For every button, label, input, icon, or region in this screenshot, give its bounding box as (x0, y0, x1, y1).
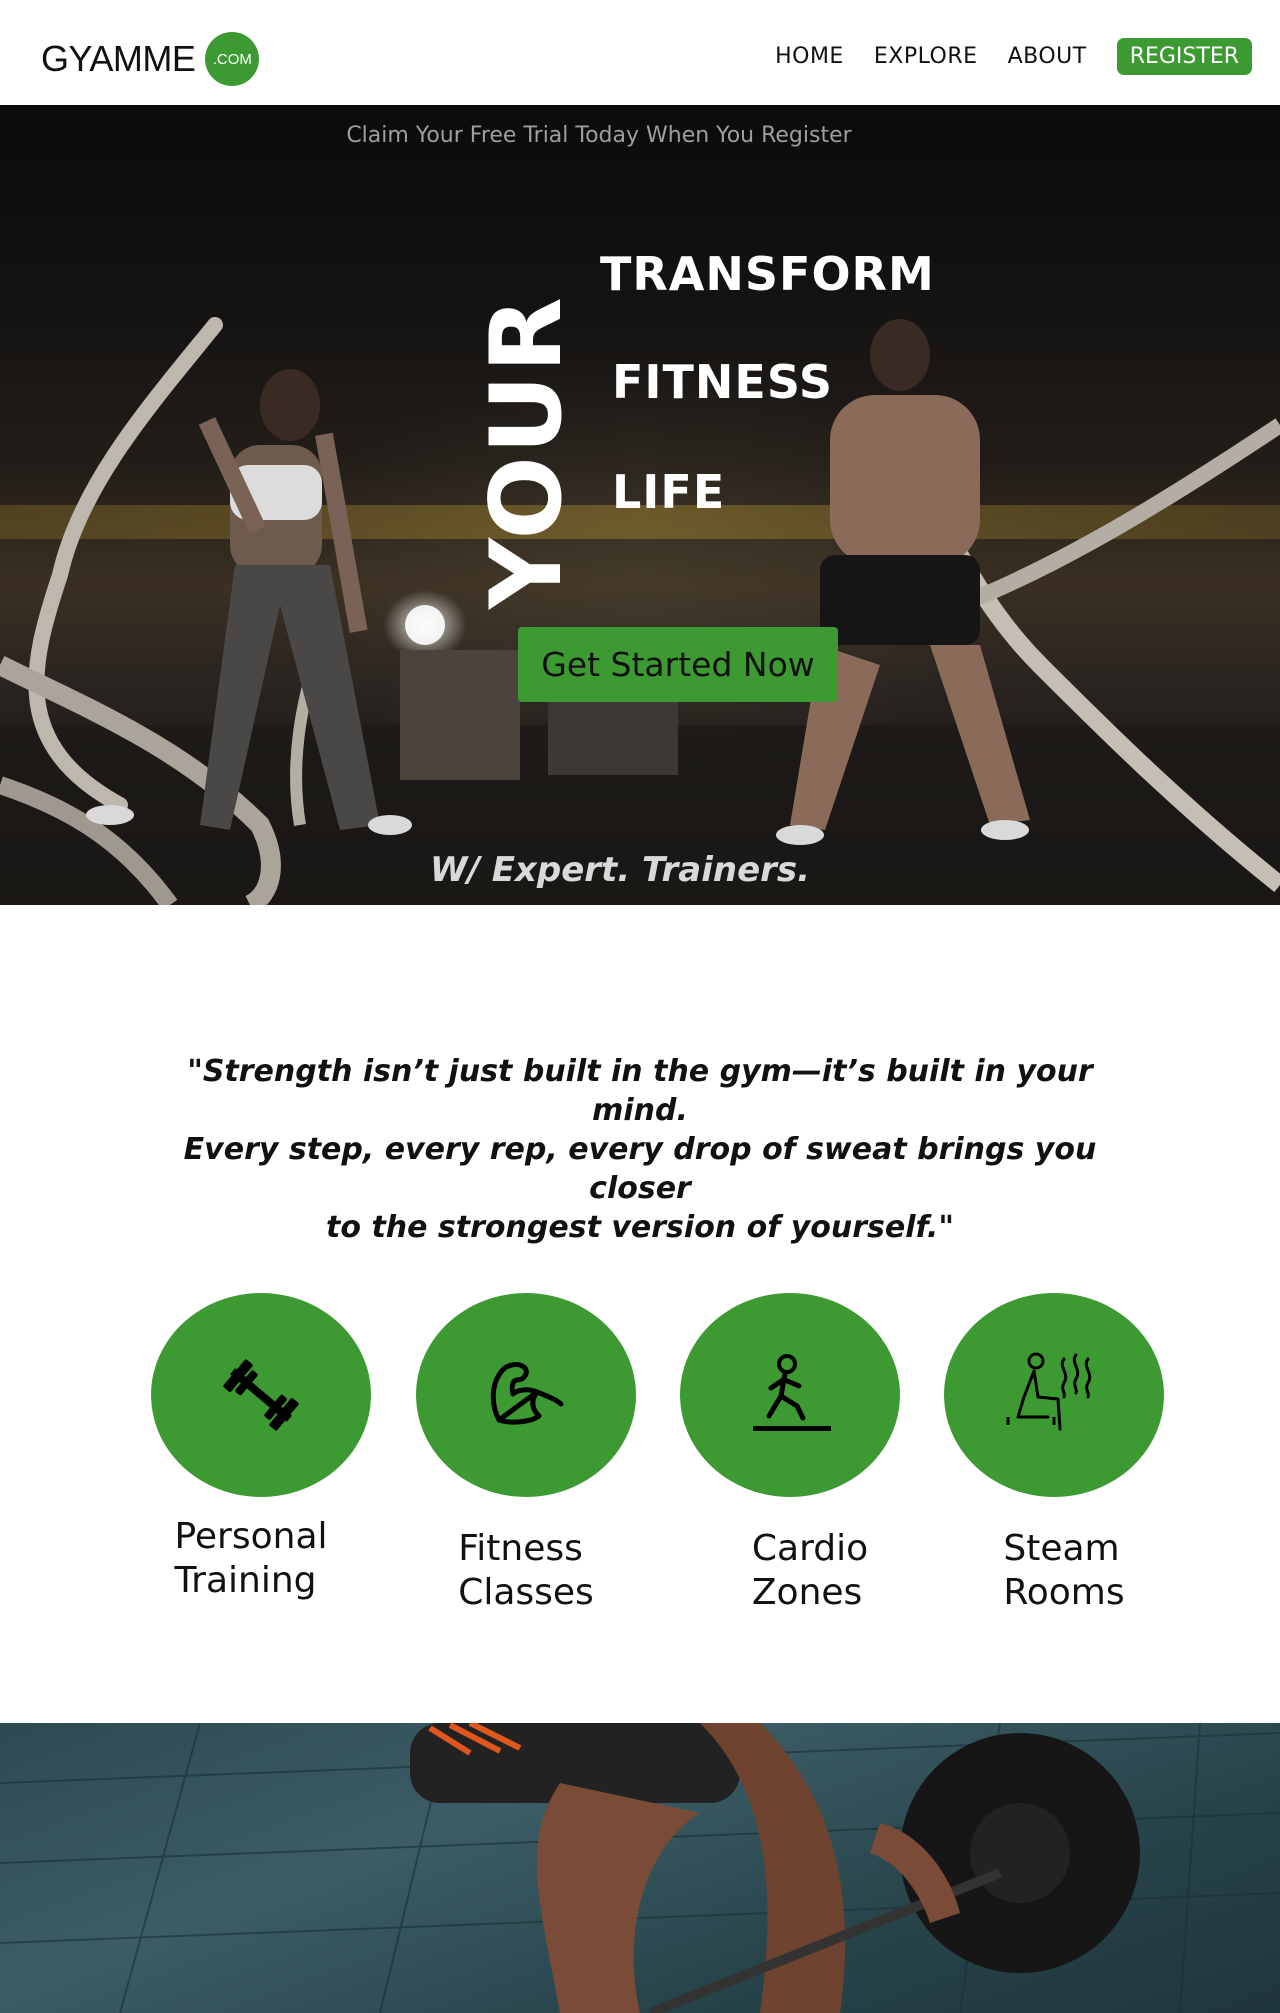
service-circle[interactable] (680, 1293, 900, 1497)
service-label: Personal Training (174, 1515, 327, 1603)
service-label: Steam Rooms (1003, 1527, 1124, 1615)
service-steam-rooms[interactable]: Steam Rooms (944, 1293, 1164, 1615)
service-label-line-1: Fitness (458, 1528, 583, 1569)
nav-link-about[interactable]: ABOUT (1008, 44, 1087, 69)
nav-link-home[interactable]: HOME (775, 44, 844, 69)
quote-line-2: Every step, every rep, every drop of swe… (183, 1132, 1097, 1206)
logo-text: GYAMME (41, 38, 196, 79)
service-label: Fitness Classes (458, 1527, 594, 1615)
free-trial-text: Claim Your Free Trial Today When You Reg… (346, 123, 852, 148)
hero-section: Claim Your Free Trial Today When You Reg… (0, 105, 1280, 905)
hero-word-fitness: FITNESS (612, 355, 834, 409)
nav-links: HOME EXPLORE ABOUT REGISTER (745, 36, 1252, 76)
get-started-button[interactable]: Get Started Now (518, 627, 838, 702)
top-navbar: GYAMME .COM HOME EXPLORE ABOUT REGISTER (0, 0, 1280, 105)
service-personal-training[interactable]: Personal Training (151, 1293, 371, 1603)
hero-tagline: W/ Expert. Trainers. (429, 850, 811, 890)
service-label-line-1: Steam (1003, 1528, 1120, 1569)
service-circle[interactable] (151, 1293, 371, 1497)
hero-word-life: LIFE (612, 465, 726, 519)
logo-badge: .COM (205, 32, 260, 86)
service-label-line-2: Rooms (1003, 1572, 1125, 1613)
service-label-line-2: Zones (751, 1572, 863, 1613)
nav-link-explore[interactable]: EXPLORE (874, 44, 978, 69)
quote-line-3: to the strongest version of yourself." (326, 1210, 954, 1245)
treadmill-icon (753, 1354, 831, 1431)
service-label: Cardio Zones (752, 1527, 868, 1615)
register-button[interactable]: REGISTER (1116, 37, 1252, 75)
quote-line-1: "Strength isn’t just built in the gym—it… (187, 1054, 1093, 1128)
flexed-arm-icon (490, 1362, 564, 1425)
hero-word-transform: TRANSFORM (600, 247, 935, 301)
service-label-line-2: Classes (458, 1572, 594, 1613)
service-circle[interactable] (944, 1293, 1164, 1497)
deadlift-banner-image (0, 1723, 1280, 2013)
dumbbell-icon (223, 1359, 299, 1431)
motivational-quote: "Strength isn’t just built in the gym—it… (140, 1052, 1140, 1247)
hero-word-your: YOUR (470, 295, 584, 609)
deadlift-scene (0, 1723, 1280, 2013)
service-label-line-2: Training (174, 1560, 317, 1601)
site-logo[interactable]: GYAMME .COM (41, 32, 260, 86)
service-fitness-classes[interactable]: Fitness Classes (416, 1293, 636, 1615)
service-label-line-1: Cardio (751, 1528, 869, 1569)
sauna-icon (1006, 1352, 1092, 1431)
service-cardio-zones[interactable]: Cardio Zones (680, 1293, 900, 1615)
service-label-line-1: Personal (174, 1516, 328, 1557)
service-circle[interactable] (416, 1293, 636, 1497)
